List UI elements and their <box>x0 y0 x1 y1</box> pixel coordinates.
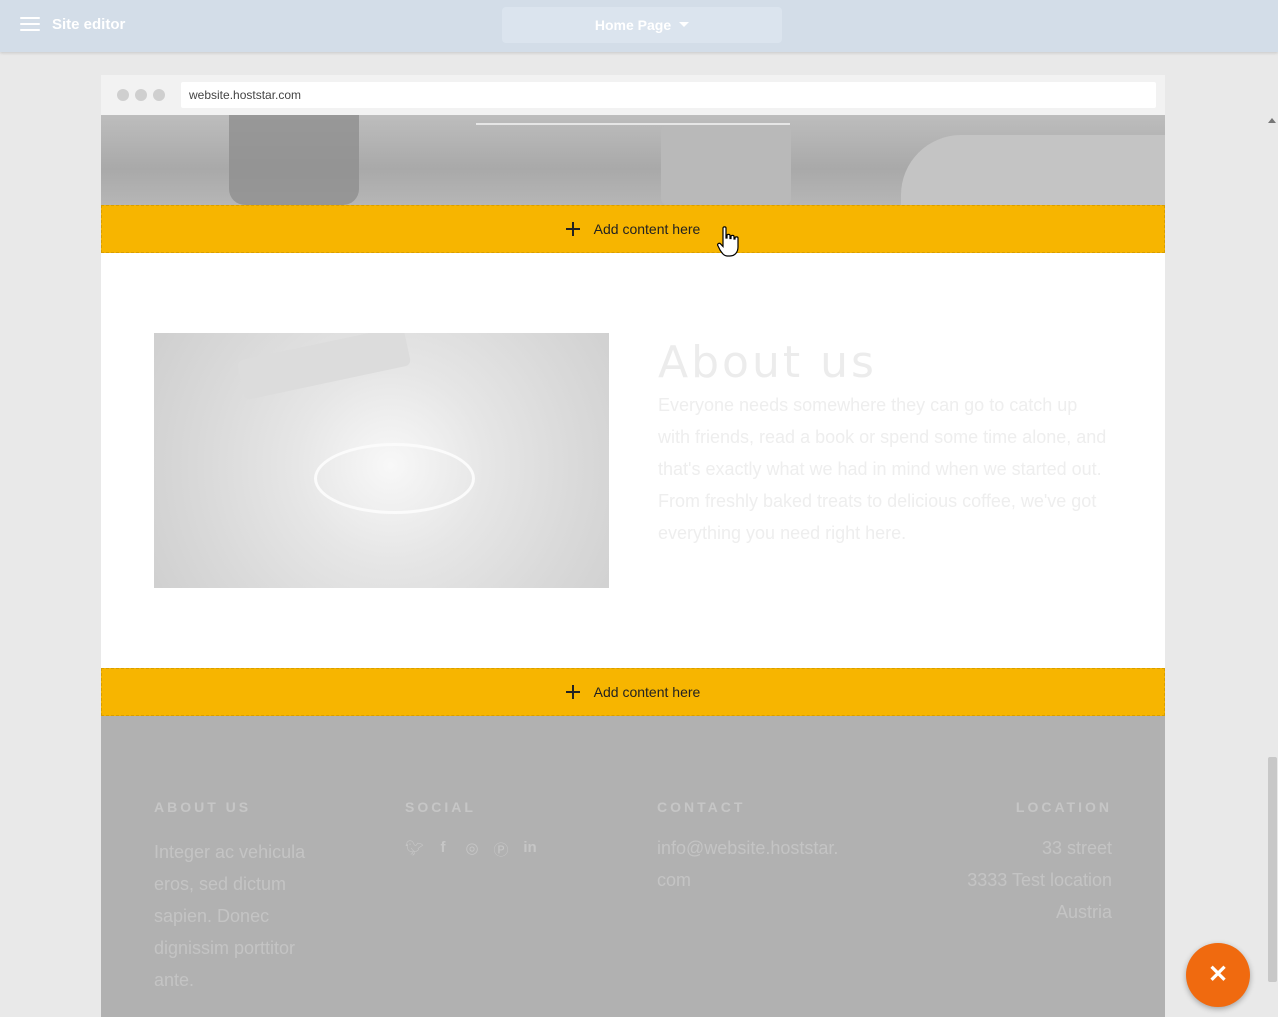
footer-about-heading: ABOUT US <box>154 799 252 815</box>
site-footer: ABOUT US Integer ac vehicula eros, sed d… <box>101 716 1165 1017</box>
add-content-label: Add content here <box>593 684 701 700</box>
plus-icon <box>565 685 580 699</box>
footer-location-line: 33 street <box>1041 838 1112 858</box>
close-icon: ✕ <box>1207 961 1229 988</box>
scrollbar-thumb[interactable] <box>1268 757 1277 982</box>
app-title: Site editor <box>52 16 126 33</box>
footer-about-line: sapien. Donec <box>154 906 270 926</box>
editor-top-bar: Site editor Home Page <box>0 0 1278 52</box>
hero-image <box>101 115 1165 205</box>
chevron-down-icon <box>679 21 690 27</box>
browser-preview-frame: website.hoststar.com Add content here Ab… <box>101 75 1165 1017</box>
window-dot-icon <box>153 89 165 101</box>
footer-contact-heading: CONTACT <box>657 799 746 815</box>
close-fab-button[interactable]: ✕ <box>1186 943 1250 1007</box>
add-content-button-bottom[interactable]: Add content here <box>101 668 1165 716</box>
footer-social-heading: SOCIAL <box>405 799 476 815</box>
footer-contact-email[interactable]: info@website.hoststar. com <box>657 832 838 896</box>
footer-location-line: 3333 Test location <box>967 870 1112 890</box>
footer-about-line: Integer ac vehicula <box>154 842 306 862</box>
window-dot-icon <box>117 89 129 101</box>
twitter-icon[interactable]: 🐦︎ <box>405 839 424 860</box>
footer-location-line: Austria <box>1055 902 1112 922</box>
footer-about-line: dignissim porttitor <box>154 938 296 958</box>
browser-chrome: website.hoststar.com <box>101 75 1165 115</box>
footer-about-line: eros, sed dictum <box>154 874 287 894</box>
add-content-button-top[interactable]: Add content here <box>101 205 1165 253</box>
about-text: Everyone needs somewhere they can go to … <box>658 395 1107 543</box>
hand-pointer-cursor-icon <box>717 226 739 257</box>
page-select-dropdown[interactable]: Home Page <box>502 7 782 43</box>
page-select-label: Home Page <box>594 17 672 33</box>
instagram-icon[interactable]: ◎ <box>463 839 481 860</box>
footer-location-heading: LOCATION <box>1015 799 1112 815</box>
scroll-up-arrow-icon[interactable] <box>1268 118 1276 123</box>
footer-about-text: Integer ac vehicula eros, sed dictum sap… <box>154 836 344 996</box>
about-image <box>154 333 609 588</box>
footer-about-line: ante. <box>154 970 195 990</box>
window-dot-icon <box>135 89 147 101</box>
plus-icon <box>565 222 580 236</box>
facebook-icon[interactable]: f <box>434 839 452 860</box>
social-icons: 🐦︎ f ◎ Ⓟ in <box>405 839 550 860</box>
footer-contact-line: com <box>657 870 692 890</box>
url-bar[interactable]: website.hoststar.com <box>181 82 1156 108</box>
pinterest-icon[interactable]: Ⓟ <box>492 839 510 860</box>
hamburger-menu-icon[interactable] <box>20 17 40 33</box>
add-content-label: Add content here <box>593 221 701 237</box>
footer-location-text: 33 street 3333 Test location Austria <box>967 832 1112 928</box>
footer-contact-line: info@website.hoststar. <box>657 838 839 858</box>
linkedin-icon[interactable]: in <box>521 839 539 860</box>
about-title: About us <box>658 337 877 388</box>
